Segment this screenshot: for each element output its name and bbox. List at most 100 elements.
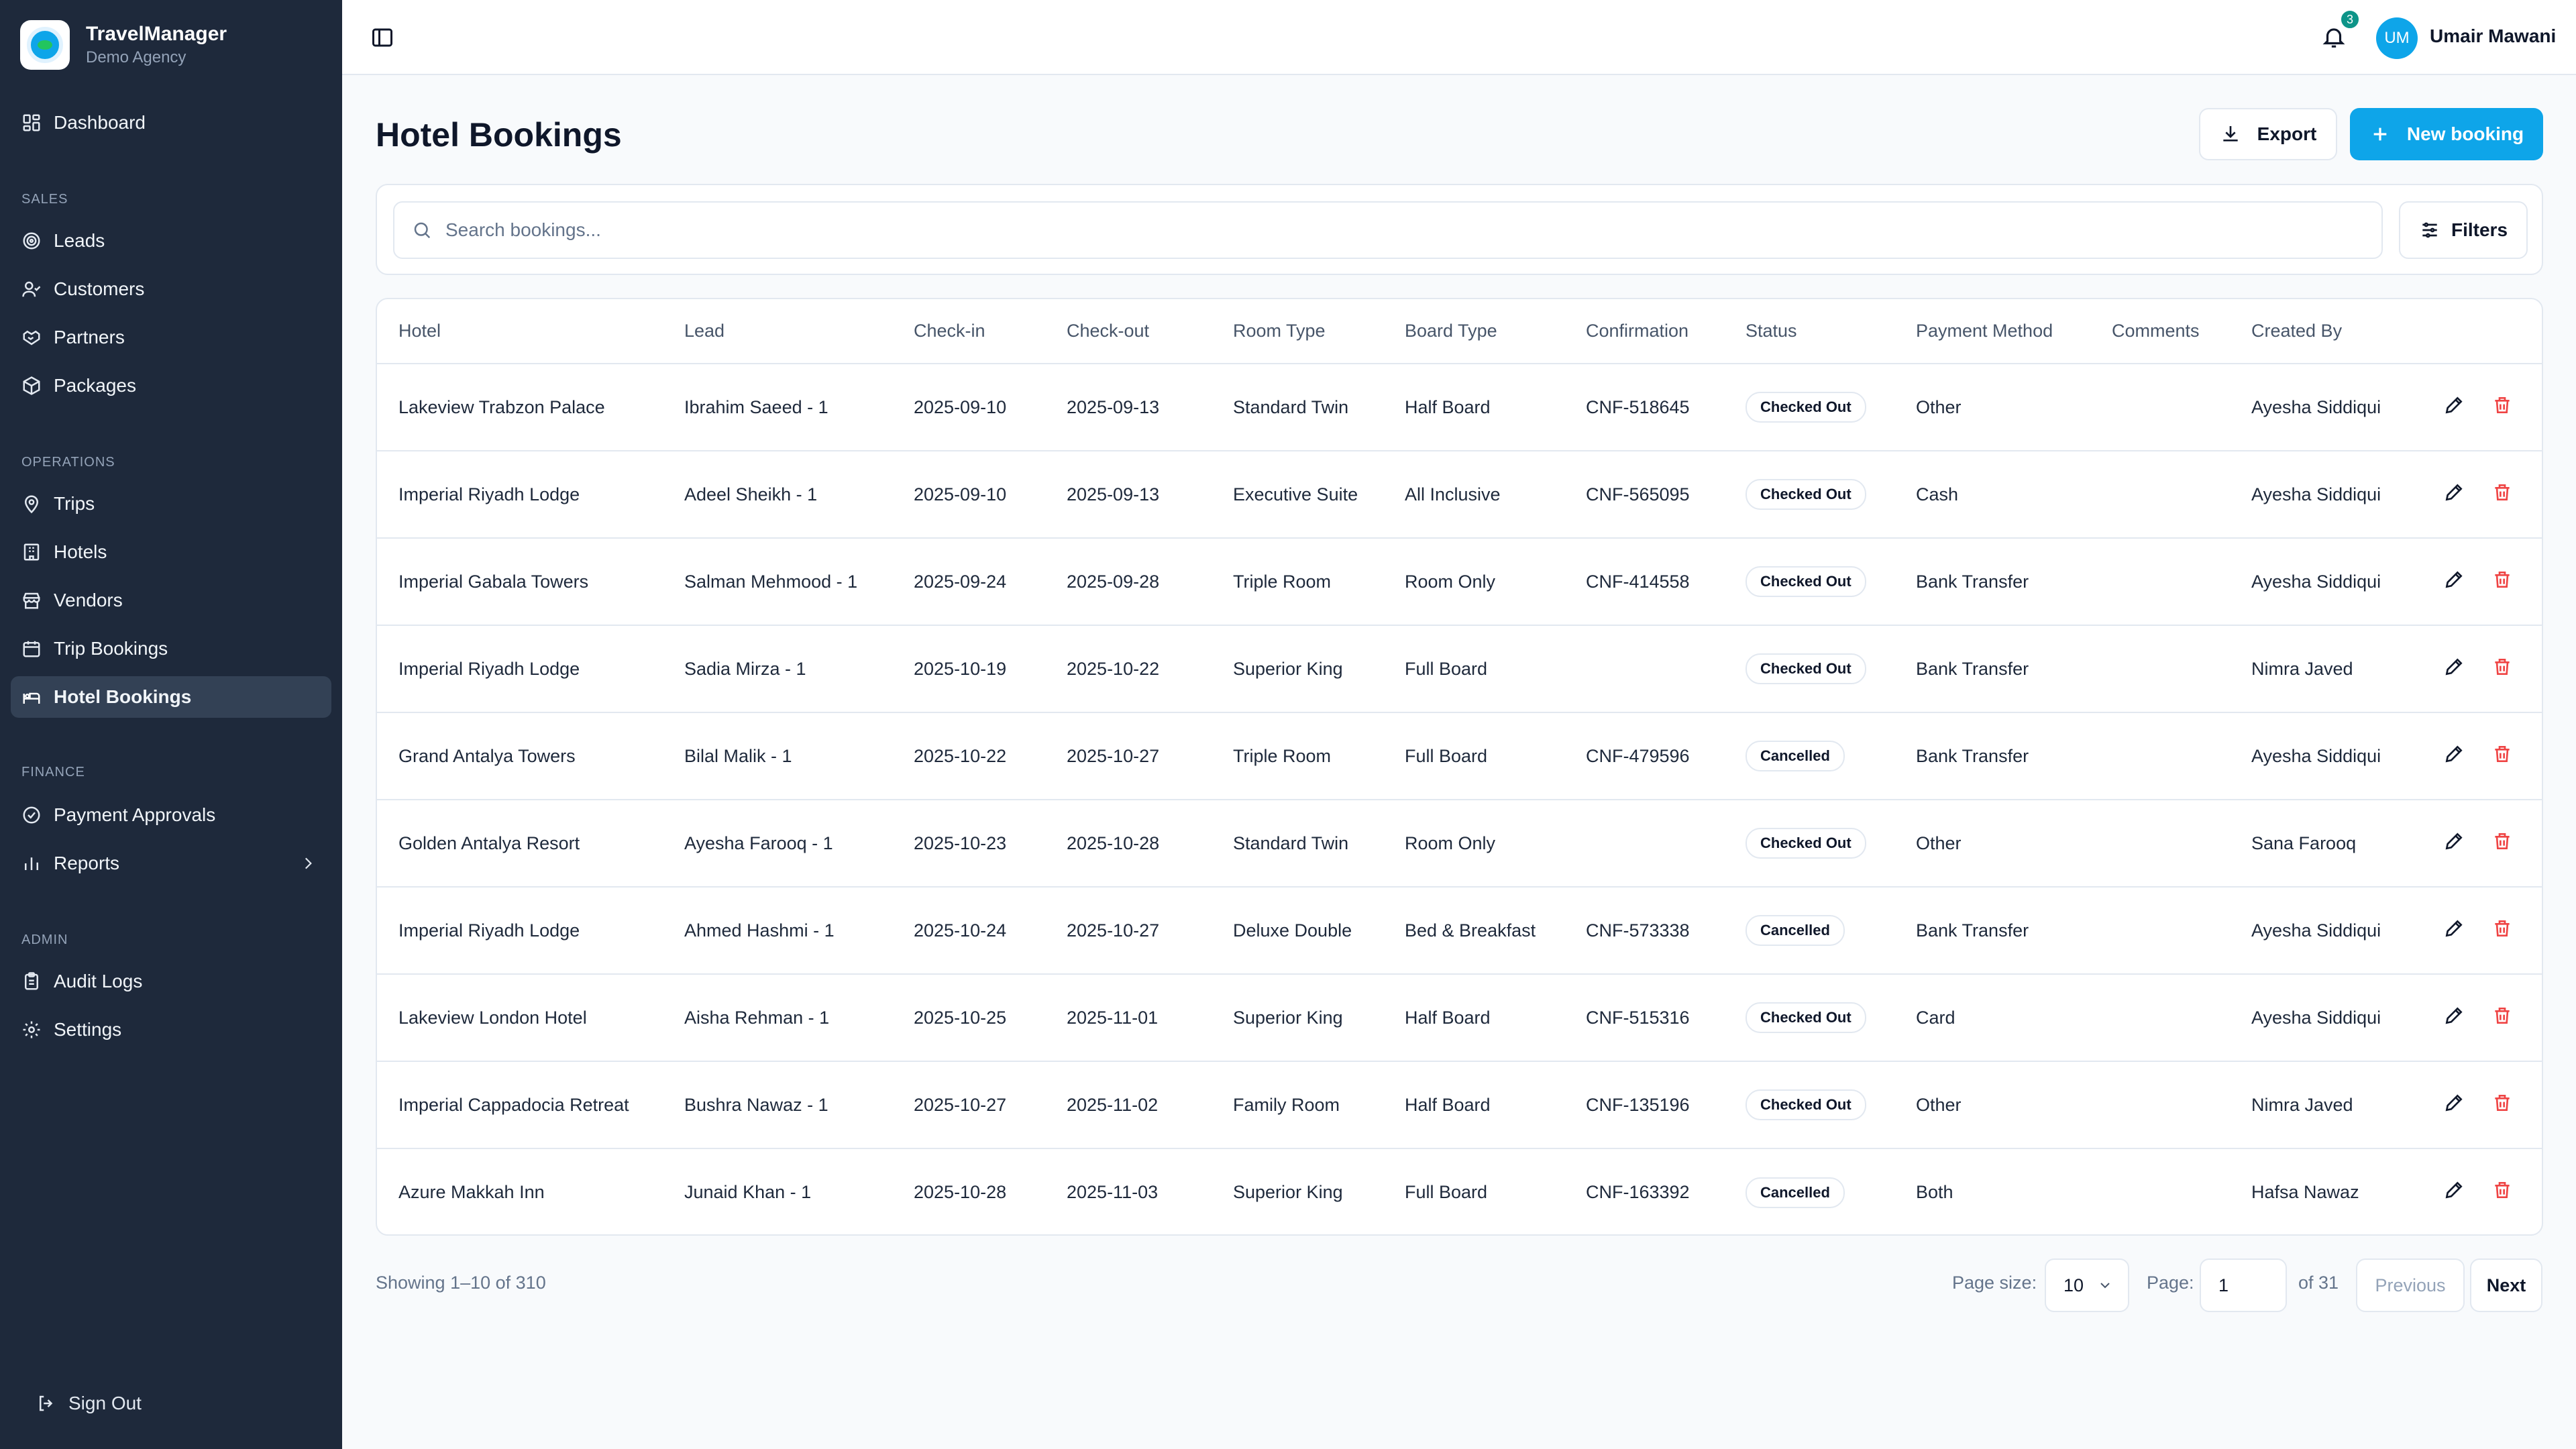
trash-icon[interactable] [2491, 918, 2513, 939]
payment-method-cell: Other [1894, 1061, 2090, 1149]
checkin-cell: 2025-10-28 [914, 1182, 1007, 1202]
sidebar-item-payment-approvals[interactable]: Payment Approvals [11, 794, 331, 836]
trash-icon[interactable] [2491, 1179, 2513, 1201]
edit-icon[interactable] [2443, 1005, 2465, 1026]
sidebar-item-reports[interactable]: Reports [11, 843, 331, 884]
payment-method-cell: Bank Transfer [1894, 538, 2090, 626]
status-cell: Checked Out [1724, 364, 1894, 451]
search-input[interactable] [445, 219, 2324, 241]
created-by-cell: Hafsa Nawaz [2251, 1182, 2359, 1202]
new-booking-button[interactable]: New booking [2350, 108, 2543, 160]
sidebar-item-trip-bookings[interactable]: Trip Bookings [11, 628, 331, 669]
building-icon [23, 543, 40, 561]
table-row[interactable]: Golden Antalya Resort Ayesha Farooq - 1 20… [377, 800, 2542, 888]
checkout-cell: 2025-09-13 [1045, 364, 1212, 451]
sidebar-item-audit-logs[interactable]: Audit Logs [11, 961, 331, 1002]
hotel-cell: Imperial Riyadh Lodge [377, 625, 663, 713]
export-button[interactable]: Export [2199, 108, 2337, 160]
previous-page-button[interactable]: Previous [2356, 1258, 2465, 1312]
sidebar-item-customers[interactable]: Customers [11, 268, 331, 310]
page-size-select[interactable]: 10 [2045, 1258, 2129, 1312]
column-header[interactable]: Room Type [1212, 299, 1383, 364]
trash-icon[interactable] [2491, 394, 2513, 416]
column-header[interactable]: Hotel [377, 299, 663, 364]
sidebar-item-hotel-bookings[interactable]: Hotel Bookings [11, 676, 331, 718]
avatar[interactable]: UM [2376, 17, 2418, 59]
payment-method-cell: Cash [1894, 451, 2090, 539]
sidebar-item-vendors[interactable]: Vendors [11, 580, 331, 621]
table-row[interactable]: Azure Makkah Inn Junaid Khan - 1 2025-10-2… [377, 1148, 2542, 1234]
trash-icon[interactable] [2491, 1092, 2513, 1114]
hotel-cell: Imperial Riyadh Lodge [377, 451, 663, 539]
search-box[interactable] [393, 201, 2383, 259]
room-type-cell: Standard Twin [1212, 800, 1383, 888]
board-type-cell: Room Only [1383, 800, 1564, 888]
edit-icon[interactable] [2443, 482, 2465, 503]
sidebar-toggle-icon[interactable] [370, 25, 394, 50]
edit-icon[interactable] [2443, 656, 2465, 678]
sidebar-item-dashboard[interactable]: Dashboard [11, 102, 331, 144]
bell-icon[interactable] [2321, 24, 2347, 50]
table-row[interactable]: Imperial Cappadocia Retreat Bushra Nawaz … [377, 1061, 2542, 1149]
trash-icon[interactable] [2491, 830, 2513, 852]
trash-icon[interactable] [2491, 1005, 2513, 1026]
trash-icon[interactable] [2491, 569, 2513, 590]
column-header[interactable]: Check-out [1045, 299, 1212, 364]
next-page-button[interactable]: Next [2470, 1258, 2542, 1312]
created-by-cell: Ayesha Siddiqui [2230, 364, 2422, 451]
lead-cell: Ahmed Hashmi - 1 [663, 887, 892, 975]
table-row[interactable]: Lakeview Trabzon Palace Ibrahim Saeed - 1… [377, 364, 2542, 451]
column-header[interactable]: Lead [663, 299, 892, 364]
lead-cell: Sadia Mirza - 1 [663, 625, 892, 713]
sidebar-item-packages[interactable]: Packages [11, 365, 331, 407]
table-row[interactable]: Imperial Gabala Towers Salman Mehmood - 1… [377, 538, 2542, 626]
edit-icon[interactable] [2443, 918, 2465, 939]
comments-cell [2090, 625, 2230, 713]
edit-icon[interactable] [2443, 830, 2465, 852]
checkin-cell: 2025-10-23 [892, 800, 1045, 888]
brand[interactable]: TravelManager Demo Agency [20, 20, 227, 70]
payment-method-cell: Other [1894, 364, 2090, 451]
table-row[interactable]: Imperial Riyadh Lodge Sadia Mirza - 1 2025… [377, 625, 2542, 713]
edit-icon[interactable] [2443, 743, 2465, 765]
checkin-cell: 2025-09-10 [892, 451, 1045, 539]
board-type-cell: Room Only [1383, 538, 1564, 626]
user-name[interactable]: Umair Mawani [2430, 25, 2556, 47]
sidebar-item-leads[interactable]: Leads [11, 220, 331, 262]
checkout-cell: 2025-10-28 [1045, 800, 1212, 888]
handshake-icon [23, 330, 40, 345]
trash-icon[interactable] [2491, 656, 2513, 678]
new-booking-label: New booking [2406, 123, 2524, 144]
page-number-input[interactable] [2200, 1258, 2287, 1312]
column-header[interactable]: Comments [2090, 299, 2230, 364]
column-header[interactable]: Status [1724, 299, 1894, 364]
column-header[interactable]: Check-in [892, 299, 1045, 364]
trash-icon[interactable] [2491, 743, 2513, 765]
edit-icon[interactable] [2443, 569, 2465, 590]
edit-icon[interactable] [2443, 394, 2465, 416]
column-header[interactable]: Confirmation [1564, 299, 1724, 364]
table-row[interactable]: Grand Antalya Towers Bilal Malik - 1 2025-… [377, 712, 2542, 800]
edit-icon[interactable] [2443, 1092, 2465, 1114]
sidebar-item-partners[interactable]: Partners [11, 317, 331, 358]
column-header[interactable]: Payment Method [1894, 299, 2090, 364]
gear-icon [23, 1021, 40, 1038]
edit-icon[interactable] [2443, 1179, 2465, 1201]
chevron-down-icon [2100, 1283, 2110, 1289]
sidebar-item-hotels[interactable]: Hotels [11, 531, 331, 573]
status-badge: Checked Out [1746, 479, 1866, 510]
sign-out-button[interactable]: Sign Out [36, 1393, 142, 1414]
trash-icon[interactable] [2491, 482, 2513, 503]
column-header[interactable]: Created By [2230, 299, 2422, 364]
table-row[interactable]: Imperial Riyadh Lodge Ahmed Hashmi - 1 202… [377, 887, 2542, 975]
page-size-label: Page size: [1952, 1273, 2037, 1293]
sidebar-item-trips[interactable]: Trips [11, 483, 331, 525]
clipboard-icon [25, 972, 38, 990]
table-row[interactable]: Lakeview London Hotel Aisha Rehman - 1 202… [377, 974, 2542, 1062]
confirmation-cell [1564, 625, 1724, 713]
status-cell: Checked Out [1724, 800, 1894, 888]
sidebar-item-settings[interactable]: Settings [11, 1009, 331, 1051]
column-header[interactable]: Board Type [1383, 299, 1564, 364]
table-row[interactable]: Imperial Riyadh Lodge Adeel Sheikh - 1 202… [377, 451, 2542, 539]
filters-button[interactable]: Filters [2399, 201, 2528, 259]
